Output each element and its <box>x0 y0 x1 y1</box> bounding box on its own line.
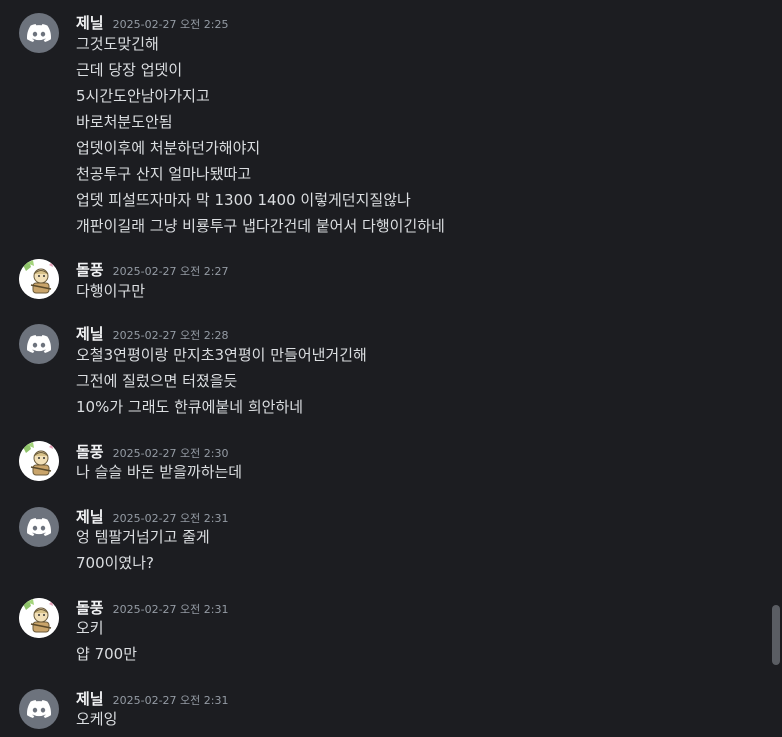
message-text: 나 슬슬 바돈 받을까하는데 <box>76 463 243 481</box>
message-header: 제닐 2025-02-27 오전 2:31 <box>76 506 229 526</box>
timestamp: 2025-02-27 오전 2:31 <box>112 694 229 707</box>
timestamp: 2025-02-27 오전 2:31 <box>112 603 229 616</box>
character-avatar[interactable] <box>19 441 59 481</box>
username[interactable]: 제닐 <box>76 325 104 343</box>
character-avatar[interactable] <box>19 598 59 638</box>
message-text: 천공투구 산지 얼마나됐따고 <box>76 165 252 183</box>
username[interactable]: 제닐 <box>76 14 104 32</box>
message-text: 바로처분도안됨 <box>76 113 173 131</box>
message-text: 그전에 질렀으면 터졌을듯 <box>76 372 238 390</box>
message-text: 그것도맞긴해 <box>76 35 159 53</box>
character-avatar[interactable] <box>19 259 59 299</box>
message-text: 오케잉 <box>76 710 118 728</box>
message-text: 다행이구만 <box>76 282 146 300</box>
discord-logo-avatar[interactable] <box>19 507 59 547</box>
discord-logo-avatar[interactable] <box>19 689 59 729</box>
discord-icon <box>27 518 51 536</box>
timestamp: 2025-02-27 오전 2:28 <box>112 329 229 342</box>
message-text: 700이였나? <box>76 554 154 572</box>
message-header: 제닐 2025-02-27 오전 2:25 <box>76 12 229 32</box>
character-icon <box>19 259 59 299</box>
chat-message-list[interactable]: 제닐 2025-02-27 오전 2:25 그것도맞긴해 근데 당장 업뎃이 5시… <box>0 0 782 737</box>
character-icon <box>19 598 59 638</box>
username[interactable]: 돌풍 <box>76 599 104 617</box>
message-text: 업뎃 피설뜨자마자 막 1300 1400 이렇게던지질않나 <box>76 191 411 209</box>
discord-icon <box>27 335 51 353</box>
timestamp: 2025-02-27 오전 2:27 <box>112 265 229 278</box>
scrollbar-thumb[interactable] <box>772 605 780 665</box>
timestamp: 2025-02-27 오전 2:31 <box>112 512 229 525</box>
message-text: 오철3연평이랑 만지초3연평이 만들어낸거긴해 <box>76 346 367 364</box>
message-text: 근데 당장 업뎃이 <box>76 61 183 79</box>
timestamp: 2025-02-27 오전 2:30 <box>112 447 229 460</box>
message-text: 얍 700만 <box>76 645 137 663</box>
message-header: 제닐 2025-02-27 오전 2:28 <box>76 323 229 343</box>
message-header: 돌풍 2025-02-27 오전 2:27 <box>76 259 229 279</box>
message-text: 오키 <box>76 619 104 637</box>
discord-logo-avatar[interactable] <box>19 13 59 53</box>
discord-icon <box>27 700 51 718</box>
message-text: 개판이길래 그냥 비룡투구 냅다간건데 붙어서 다행이긴하네 <box>76 217 445 235</box>
message-header: 돌풍 2025-02-27 오전 2:30 <box>76 441 229 461</box>
message-text: 5시간도안남아가지고 <box>76 87 210 105</box>
username[interactable]: 돌풍 <box>76 443 104 461</box>
message-header: 돌풍 2025-02-27 오전 2:31 <box>76 597 229 617</box>
username[interactable]: 제닐 <box>76 690 104 708</box>
message-text: 10%가 그래도 한큐에붙네 희안하네 <box>76 398 304 416</box>
message-header: 제닐 2025-02-27 오전 2:31 <box>76 688 229 708</box>
username[interactable]: 돌풍 <box>76 261 104 279</box>
discord-logo-avatar[interactable] <box>19 324 59 364</box>
message-text: 엉 템팔거넘기고 줄게 <box>76 528 210 546</box>
character-icon <box>19 441 59 481</box>
message-text: 업뎃이후에 처분하던가해야지 <box>76 139 261 157</box>
username[interactable]: 제닐 <box>76 508 104 526</box>
timestamp: 2025-02-27 오전 2:25 <box>112 18 229 31</box>
discord-icon <box>27 24 51 42</box>
